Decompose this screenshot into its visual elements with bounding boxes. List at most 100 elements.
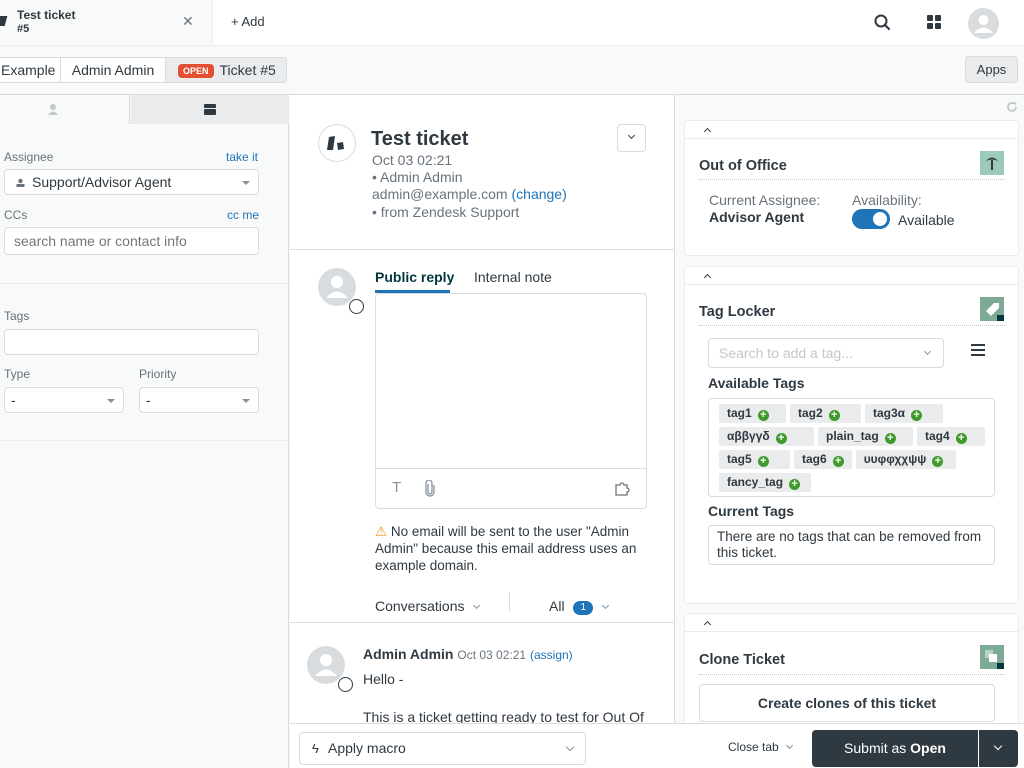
chevron-up-icon[interactable] xyxy=(703,127,712,136)
tag-icon xyxy=(980,297,1004,321)
user-avatar-icon[interactable] xyxy=(968,8,999,39)
chevron-up-icon[interactable] xyxy=(703,273,712,282)
ticket-requester: • Admin Admin xyxy=(372,169,463,185)
ticket-icon xyxy=(204,104,216,115)
ccs-label: CCs xyxy=(4,208,28,222)
ticket-tab[interactable]: Test ticket #5 ✕ xyxy=(0,0,213,45)
status-badge: OPEN xyxy=(178,64,214,78)
conversations-filter[interactable]: Conversations xyxy=(375,598,481,614)
submit-prefix: Submit as xyxy=(844,740,911,756)
app-header[interactable] xyxy=(685,614,1018,632)
tab-internal-note[interactable]: Internal note xyxy=(474,269,552,285)
breadcrumb-ticket-label: Ticket #5 xyxy=(219,62,276,78)
chevron-down-icon xyxy=(993,741,1003,751)
add-tag-icon[interactable]: + xyxy=(911,410,923,421)
add-tab-button[interactable]: + Add xyxy=(231,14,265,29)
reply-editor[interactable]: T xyxy=(375,293,647,509)
assignee-label: Current Assignee: xyxy=(709,192,821,208)
type-value: - xyxy=(11,392,16,408)
attachment-icon[interactable] xyxy=(424,480,436,497)
add-tag-icon[interactable]: + xyxy=(775,433,787,444)
close-tab-button[interactable]: Close tab xyxy=(728,740,794,754)
take-it-link[interactable]: take it xyxy=(226,150,258,164)
chevron-down-icon xyxy=(242,399,250,403)
tag-search-input[interactable]: Search to add a tag... xyxy=(708,338,944,368)
submit-button[interactable]: Submit as Open xyxy=(812,730,978,767)
close-tab-label: Close tab xyxy=(728,740,779,754)
add-tag-icon[interactable]: + xyxy=(884,433,896,444)
divider xyxy=(290,249,674,250)
divider xyxy=(0,440,289,441)
ticket-title: Test ticket xyxy=(371,128,469,150)
tag-chip[interactable]: plain_tag + xyxy=(818,427,913,446)
change-requester-link[interactable]: (change) xyxy=(512,186,567,202)
add-tag-icon[interactable]: + xyxy=(955,433,967,444)
add-tag-icon[interactable]: + xyxy=(789,479,801,490)
all-label: All xyxy=(549,598,565,614)
tag-label: plain_tag xyxy=(826,429,879,443)
palm-tree-icon xyxy=(980,151,1004,175)
user-icon xyxy=(48,104,58,115)
tag-label: tag2 xyxy=(798,406,823,420)
tag-chip[interactable]: tag5 + xyxy=(719,450,790,469)
chevron-down-icon xyxy=(107,399,115,403)
app-header[interactable] xyxy=(685,267,1018,285)
apps-puzzle-icon[interactable] xyxy=(615,481,632,496)
ccs-input[interactable] xyxy=(4,227,259,255)
apply-macro-select[interactable]: ϟ Apply macro xyxy=(299,732,586,765)
ticket-requester-email: admin@example.com (change) xyxy=(372,186,567,202)
add-tag-icon[interactable]: + xyxy=(828,410,840,421)
tab-user[interactable] xyxy=(0,95,130,124)
tag-chip[interactable]: tag3α + xyxy=(865,404,943,423)
all-filter[interactable]: All 1 xyxy=(549,598,609,615)
assign-link[interactable]: (assign) xyxy=(530,648,573,662)
add-tag-icon[interactable]: + xyxy=(757,456,769,467)
breadcrumb-ticket[interactable]: OPEN Ticket #5 xyxy=(165,57,287,83)
text-format-icon[interactable]: T xyxy=(392,479,401,496)
tag-label: αββγγδ xyxy=(727,429,770,443)
tag-chip[interactable]: αββγγδ + xyxy=(719,427,814,446)
tab-ticket[interactable] xyxy=(131,95,289,124)
close-icon[interactable]: ✕ xyxy=(182,13,194,30)
bottom-action-bar: ϟ Apply macro Close tab Submit as Open xyxy=(290,723,1024,768)
tag-chip[interactable]: tag2 + xyxy=(790,404,861,423)
create-clones-button[interactable]: Create clones of this ticket xyxy=(699,684,995,722)
assignee-select[interactable]: Support/Advisor Agent xyxy=(4,169,259,195)
divider xyxy=(290,622,674,623)
breadcrumb-user[interactable]: Admin Admin xyxy=(60,57,166,83)
requester-email: admin@example.com xyxy=(372,186,508,202)
assignee-value: Support/Advisor Agent xyxy=(32,174,172,190)
assignee-label: Assignee xyxy=(4,150,54,164)
breadcrumb-organization[interactable]: Example xyxy=(0,57,61,83)
add-tag-icon[interactable]: + xyxy=(932,456,944,467)
tag-label: tag5 xyxy=(727,452,752,466)
type-select[interactable]: - xyxy=(4,387,124,413)
refresh-icon[interactable] xyxy=(1006,101,1018,113)
menu-icon[interactable] xyxy=(971,344,985,356)
submit-options-button[interactable] xyxy=(979,730,1018,767)
tag-chip[interactable]: fancy_tag + xyxy=(719,473,811,492)
tag-chip[interactable]: tag1 + xyxy=(719,404,786,423)
apps-grid-icon[interactable] xyxy=(926,14,944,32)
tag-chip[interactable]: tag4 + xyxy=(917,427,985,446)
chevron-down-icon xyxy=(786,741,794,750)
chevron-up-icon[interactable] xyxy=(703,620,712,629)
tab-public-reply[interactable]: Public reply xyxy=(375,269,454,285)
ticket-options-button[interactable] xyxy=(617,124,646,152)
search-icon[interactable] xyxy=(873,13,893,33)
ticket-tab-number: #5 xyxy=(17,23,30,35)
cc-me-link[interactable]: cc me xyxy=(227,208,259,222)
breadcrumb: Example Admin Admin OPEN Ticket #5 Apps xyxy=(0,46,1024,95)
tags-input[interactable] xyxy=(4,329,259,355)
add-tag-icon[interactable]: + xyxy=(832,456,844,467)
priority-select[interactable]: - xyxy=(139,387,259,413)
plus-icon: + xyxy=(231,14,239,29)
tag-chip[interactable]: υυφφχχψψ + xyxy=(855,450,956,469)
availability-toggle[interactable] xyxy=(852,209,890,229)
apply-macro-label: Apply macro xyxy=(328,740,406,756)
apps-button[interactable]: Apps xyxy=(965,56,1018,83)
message-author[interactable]: Admin Admin xyxy=(363,646,453,662)
add-tag-icon[interactable]: + xyxy=(757,410,769,421)
app-header[interactable] xyxy=(685,121,1018,139)
tag-chip[interactable]: tag6 + xyxy=(794,450,852,469)
